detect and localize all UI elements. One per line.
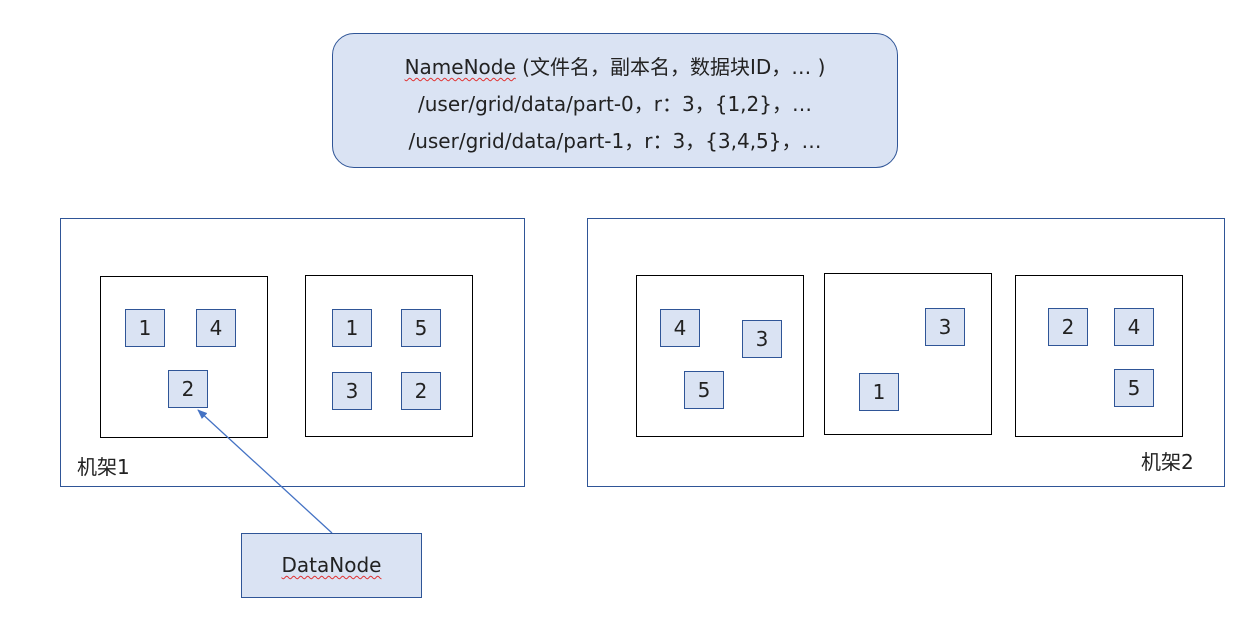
datanode-label-box: DataNode bbox=[241, 533, 422, 598]
datanode-pointer-arrow bbox=[197, 409, 333, 534]
datanode-label: DataNode bbox=[281, 553, 382, 577]
